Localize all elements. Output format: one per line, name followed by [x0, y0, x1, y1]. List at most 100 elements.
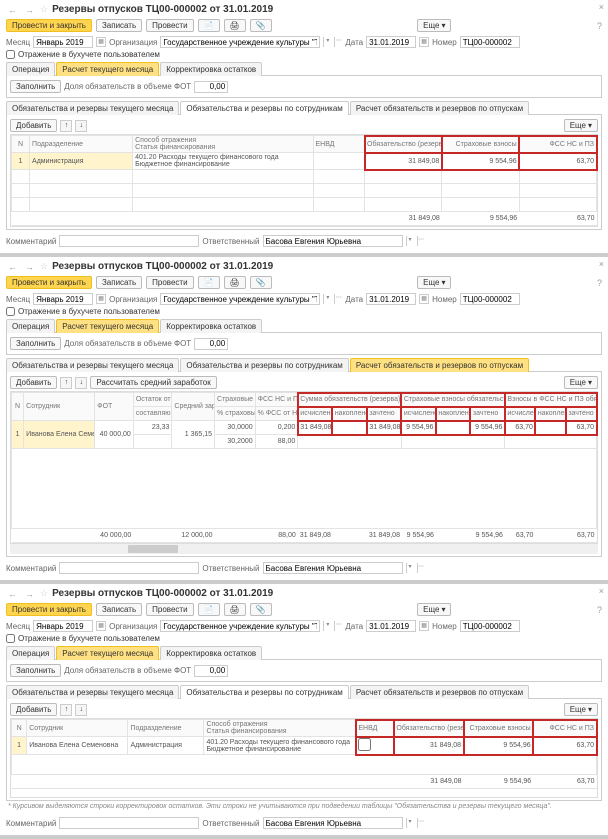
help-icon[interactable]: ? — [597, 605, 602, 615]
resp-input[interactable] — [263, 562, 403, 574]
acc-checkbox[interactable] — [6, 50, 15, 59]
fav-icon[interactable]: ☆ — [40, 588, 48, 599]
envd-checkbox[interactable] — [358, 738, 371, 751]
org-input[interactable] — [160, 620, 320, 632]
subtab-2[interactable]: Обязательства и резервы по сотрудникам — [180, 358, 348, 372]
tab-operation[interactable]: Операция — [6, 319, 55, 333]
resp-open[interactable]: ⋯ — [417, 236, 425, 246]
grid-more[interactable]: Еще ▾ — [564, 703, 598, 716]
org-open[interactable]: ⋯ — [334, 37, 342, 47]
month-input[interactable] — [33, 293, 93, 305]
up-arrow[interactable]: ↑ — [60, 704, 72, 716]
report-button[interactable]: 📄 — [198, 603, 220, 616]
save-button[interactable]: Записать — [96, 276, 142, 289]
fav-icon[interactable]: ☆ — [40, 4, 48, 15]
resp-input[interactable] — [263, 817, 403, 829]
fwd-arrow[interactable]: → — [23, 5, 36, 15]
up-arrow[interactable]: ↑ — [60, 120, 72, 132]
more-button[interactable]: Еще ▾ — [417, 19, 451, 32]
fill-button[interactable]: Заполнить — [10, 337, 61, 350]
close-icon[interactable]: × — [599, 2, 604, 12]
fwd-arrow[interactable]: → — [23, 262, 36, 272]
subtab-3[interactable]: Расчет обязательств и резервов по отпуск… — [350, 358, 529, 372]
attach-button[interactable]: 📎 — [250, 19, 272, 32]
org-dd[interactable]: ▾ — [323, 37, 331, 47]
more-button[interactable]: Еще ▾ — [417, 603, 451, 616]
date-input[interactable] — [366, 36, 416, 48]
subtab-2[interactable]: Обязательства и резервы по сотрудникам — [180, 685, 348, 699]
tab-operation[interactable]: Операция — [6, 62, 55, 76]
org-input[interactable] — [160, 36, 320, 48]
tab-operation[interactable]: Операция — [6, 646, 55, 660]
num-input[interactable] — [460, 36, 520, 48]
save-button[interactable]: Записать — [96, 19, 142, 32]
acc-checkbox[interactable] — [6, 307, 15, 316]
month-picker-icon[interactable]: ▦ — [96, 37, 106, 47]
print-button[interactable]: 🖨 — [224, 19, 246, 32]
post-close-button[interactable]: Провести и закрыть — [6, 603, 92, 616]
post-button[interactable]: Провести — [146, 19, 193, 32]
attach-button[interactable]: 📎 — [250, 603, 272, 616]
subtab-3[interactable]: Расчет обязательств и резервов по отпуск… — [350, 685, 529, 699]
comment-input[interactable] — [59, 817, 199, 829]
close-icon[interactable]: × — [599, 259, 604, 269]
help-icon[interactable]: ? — [597, 278, 602, 288]
more-button[interactable]: Еще ▾ — [417, 276, 451, 289]
fot-input[interactable] — [194, 338, 228, 350]
comment-input[interactable] — [59, 562, 199, 574]
subtab-1[interactable]: Обязательства и резервы текущего месяца — [6, 685, 179, 699]
back-arrow[interactable]: ← — [6, 5, 19, 15]
comment-input[interactable] — [59, 235, 199, 247]
add-button[interactable]: Добавить — [10, 703, 57, 716]
table-row[interactable]: 1 Администрация 401.20 Расходы текущего … — [12, 153, 597, 170]
report-button[interactable]: 📄 — [198, 276, 220, 289]
fav-icon[interactable]: ☆ — [40, 261, 48, 272]
down-arrow[interactable]: ↓ — [75, 120, 87, 132]
back-arrow[interactable]: ← — [6, 589, 19, 599]
print-button[interactable]: 🖨 — [224, 276, 246, 289]
subtab-1[interactable]: Обязательства и резервы текущего месяца — [6, 358, 179, 372]
resp-input[interactable] — [263, 235, 403, 247]
fot-input[interactable] — [194, 81, 228, 93]
print-button[interactable]: 🖨 — [224, 603, 246, 616]
fill-button[interactable]: Заполнить — [10, 664, 61, 677]
subtab-1[interactable]: Обязательства и резервы текущего месяца — [6, 101, 179, 115]
tab-corr[interactable]: Корректировка остатков — [160, 319, 262, 333]
down-arrow[interactable]: ↓ — [75, 704, 87, 716]
subtab-3[interactable]: Расчет обязательств и резервов по отпуск… — [350, 101, 529, 115]
save-button[interactable]: Записать — [96, 603, 142, 616]
date-input[interactable] — [366, 620, 416, 632]
up-arrow[interactable]: ↑ — [60, 377, 72, 389]
fill-button[interactable]: Заполнить — [10, 80, 61, 93]
resp-dd[interactable]: ▾ — [406, 236, 414, 246]
acc-checkbox[interactable] — [6, 634, 15, 643]
org-input[interactable] — [160, 293, 320, 305]
attach-button[interactable]: 📎 — [250, 276, 272, 289]
date-picker-icon[interactable]: ▦ — [419, 37, 429, 47]
tab-calc[interactable]: Расчет текущего месяца — [56, 646, 159, 660]
back-arrow[interactable]: ← — [6, 262, 19, 272]
tab-calc[interactable]: Расчет текущего месяца — [56, 319, 159, 333]
month-input[interactable] — [33, 620, 93, 632]
post-button[interactable]: Провести — [146, 603, 193, 616]
add-button[interactable]: Добавить — [10, 376, 57, 389]
table-row[interactable]: 1 Иванова Елена Семеновна Администрация … — [12, 737, 597, 755]
fwd-arrow[interactable]: → — [23, 589, 36, 599]
down-arrow[interactable]: ↓ — [75, 377, 87, 389]
date-input[interactable] — [366, 293, 416, 305]
fot-input[interactable] — [194, 665, 228, 677]
tab-corr[interactable]: Корректировка остатков — [160, 62, 262, 76]
help-icon[interactable]: ? — [597, 21, 602, 31]
month-input[interactable] — [33, 36, 93, 48]
cal-icon[interactable]: ▦ — [96, 294, 106, 304]
num-input[interactable] — [460, 293, 520, 305]
post-button[interactable]: Провести — [146, 276, 193, 289]
tab-corr[interactable]: Корректировка остатков — [160, 646, 262, 660]
close-icon[interactable]: × — [599, 586, 604, 596]
subtab-2[interactable]: Обязательства и резервы по сотрудникам — [180, 101, 348, 115]
report-button[interactable]: 📄 — [198, 19, 220, 32]
grid-more[interactable]: Еще ▾ — [564, 376, 598, 389]
table-row[interactable]: 1 Иванова Елена Семеновна 40 000,00 23,3… — [12, 421, 597, 435]
h-scrollbar[interactable] — [10, 544, 598, 554]
add-button[interactable]: Добавить — [10, 119, 57, 132]
